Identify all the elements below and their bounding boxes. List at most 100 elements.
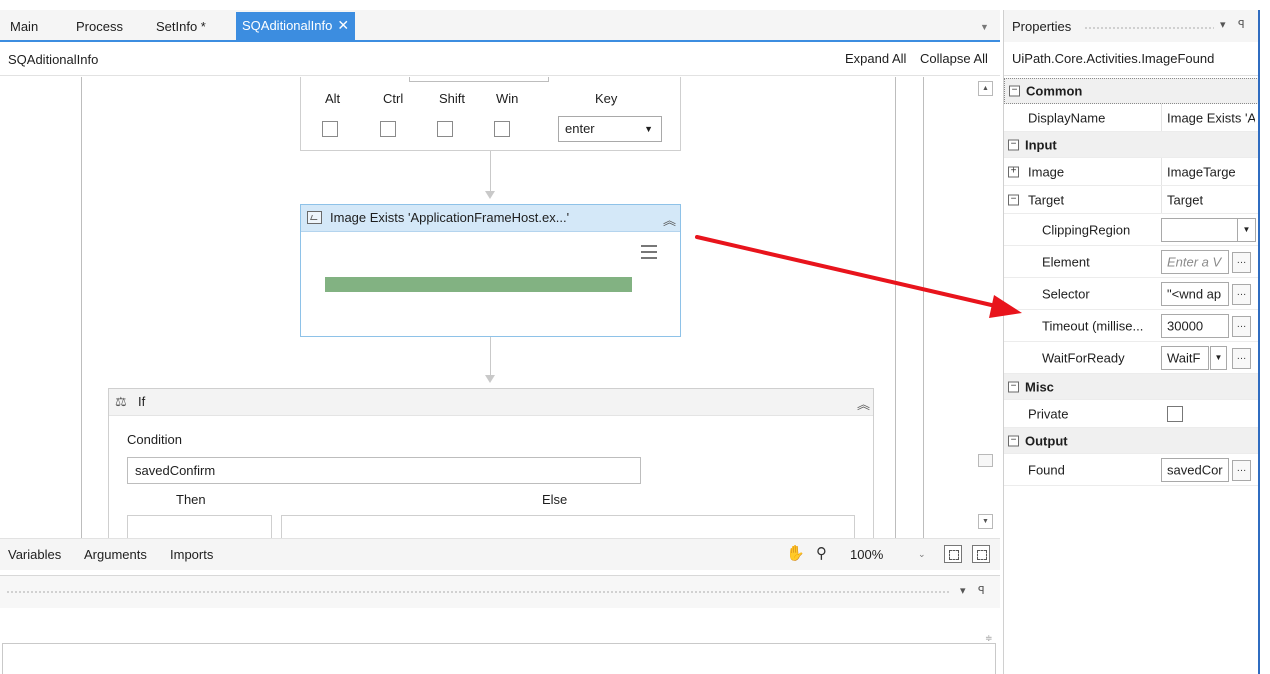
waitforready-input[interactable]: WaitF xyxy=(1161,346,1209,370)
tab-main[interactable]: Main xyxy=(4,13,44,40)
selector-input[interactable]: "<wnd ap xyxy=(1161,282,1229,306)
then-label: Then xyxy=(176,492,206,507)
arguments-tab[interactable]: Arguments xyxy=(84,547,147,562)
else-drop-area[interactable] xyxy=(281,515,855,538)
property-private[interactable]: Private xyxy=(1004,400,1259,428)
alt-checkbox[interactable] xyxy=(322,121,338,137)
property-waitforready[interactable]: WaitForReady WaitF ▼ … xyxy=(1004,342,1259,374)
if-header[interactable]: ⚖ If ︽ xyxy=(109,389,873,416)
property-displayname[interactable]: DisplayName Image Exists 'A xyxy=(1004,104,1259,132)
expand-icon[interactable]: + xyxy=(1008,166,1019,177)
win-checkbox[interactable] xyxy=(494,121,510,137)
breadcrumb: SQAditionalInfo Expand All Collapse All xyxy=(0,44,1000,76)
collapse-icon[interactable]: − xyxy=(1009,85,1020,97)
connector-arrow-icon xyxy=(485,191,495,199)
property-timeout[interactable]: Timeout (millise... 30000 … xyxy=(1004,310,1259,342)
condition-input[interactable]: savedConfirm xyxy=(127,457,641,484)
tab-sqaditionalinfo[interactable]: SQAditionalInfo ✕ xyxy=(236,12,356,40)
image-exists-header[interactable]: Image Exists 'ApplicationFrameHost.ex...… xyxy=(301,205,680,232)
property-clippingregion[interactable]: ClippingRegion ▼ xyxy=(1004,214,1259,246)
output-panel-header: ▾ ꟼ xyxy=(0,576,1000,608)
panel-menu-dropdown-icon[interactable]: ▾ xyxy=(960,584,966,597)
fit-to-screen-icon[interactable] xyxy=(944,545,962,563)
category-common[interactable]: − Common xyxy=(1004,78,1259,104)
then-drop-area[interactable] xyxy=(127,515,272,538)
breadcrumb-current[interactable]: SQAditionalInfo xyxy=(8,52,98,67)
condition-label: Condition xyxy=(127,432,182,447)
if-title: If xyxy=(138,394,146,409)
connector-line xyxy=(490,151,491,193)
collapse-icon[interactable]: − xyxy=(1008,194,1019,205)
collapse-chevron-icon[interactable]: ︽ xyxy=(663,210,676,229)
pin-icon[interactable]: ꟼ xyxy=(978,584,985,597)
timeout-input[interactable]: 30000 xyxy=(1161,314,1229,338)
collapse-all-button[interactable]: Collapse All xyxy=(920,51,988,66)
overview-map-icon[interactable] xyxy=(972,545,990,563)
element-input[interactable]: Enter a V xyxy=(1161,250,1229,274)
found-input[interactable]: savedCor xyxy=(1161,458,1229,482)
private-checkbox[interactable] xyxy=(1167,406,1183,422)
tab-process[interactable]: Process xyxy=(70,13,129,40)
key-select[interactable]: enter ▼ xyxy=(558,116,662,142)
shift-checkbox[interactable] xyxy=(437,121,453,137)
collapse-icon[interactable]: − xyxy=(1008,381,1019,392)
collapse-icon[interactable]: − xyxy=(1008,435,1019,446)
properties-panel: Properties ▾ ꟼ UiPath.Core.Activities.Im… xyxy=(1003,10,1259,674)
else-label: Else xyxy=(542,492,568,507)
image-exists-activity[interactable]: Image Exists 'ApplicationFrameHost.ex...… xyxy=(300,204,681,337)
clippingregion-input[interactable] xyxy=(1161,218,1239,242)
variables-tab[interactable]: Variables xyxy=(8,547,61,562)
ctrl-checkbox[interactable] xyxy=(380,121,396,137)
close-tab-icon[interactable]: ✕ xyxy=(337,17,349,33)
property-image[interactable]: + Image ImageTarge xyxy=(1004,158,1259,186)
element-ellipsis-button[interactable]: … xyxy=(1232,252,1251,273)
zoom-level[interactable]: 100% xyxy=(850,547,883,562)
designer-bottom-bar: Variables Arguments Imports ✋ ⚲ 100% ⌄ xyxy=(0,538,1000,570)
send-hotkey-activity[interactable]: Alt Ctrl Shift Win Key enter ▼ xyxy=(300,77,681,151)
outer-border-right xyxy=(923,77,924,538)
modifier-label-alt: Alt xyxy=(325,91,341,106)
drag-grip[interactable] xyxy=(6,590,951,594)
hotkey-text-field[interactable] xyxy=(409,77,549,82)
key-label: Key xyxy=(595,91,618,106)
zoom-search-icon[interactable]: ⚲ xyxy=(816,544,827,562)
scrollbar-thumb[interactable] xyxy=(978,454,993,467)
canvas-vertical-scrollbar[interactable]: ▲ ▼ xyxy=(977,77,995,538)
modifier-label-shift: Shift xyxy=(439,91,466,106)
chevron-down-icon[interactable]: ▼ xyxy=(1210,346,1227,370)
designer-canvas[interactable]: Alt Ctrl Shift Win Key enter ▼ Image Exi… xyxy=(0,77,976,538)
image-icon xyxy=(307,211,322,224)
window-right-border xyxy=(1258,10,1260,674)
sequence-border-left xyxy=(81,77,82,538)
collapse-icon[interactable]: − xyxy=(1008,139,1019,150)
sequence-border-right xyxy=(895,77,896,538)
drag-grip[interactable] xyxy=(1084,26,1214,30)
selector-ellipsis-button[interactable]: … xyxy=(1232,284,1251,305)
category-output[interactable]: − Output xyxy=(1004,428,1259,454)
pan-hand-icon[interactable]: ✋ xyxy=(786,544,805,562)
category-input[interactable]: − Input xyxy=(1004,132,1259,158)
expand-all-button[interactable]: Expand All xyxy=(845,51,906,66)
tab-list-dropdown-icon[interactable]: ▼ xyxy=(980,22,989,32)
property-element[interactable]: Element Enter a V … xyxy=(1004,246,1259,278)
pin-icon[interactable]: ꟼ xyxy=(1238,18,1245,31)
collapse-chevron-icon[interactable]: ︽ xyxy=(857,394,870,413)
scroll-up-icon[interactable]: ▲ xyxy=(978,81,993,96)
output-text-area[interactable] xyxy=(2,643,996,674)
property-found[interactable]: Found savedCor … xyxy=(1004,454,1259,486)
property-selector[interactable]: Selector "<wnd ap … xyxy=(1004,278,1259,310)
zoom-dropdown-icon[interactable]: ⌄ xyxy=(918,549,926,560)
if-activity[interactable]: ⚖ If ︽ Condition savedConfirm Then Else xyxy=(108,388,874,538)
tab-setinfo[interactable]: SetInfo * xyxy=(150,13,212,40)
activity-menu-icon[interactable] xyxy=(641,245,657,259)
property-target[interactable]: − Target Target xyxy=(1004,186,1259,214)
timeout-ellipsis-button[interactable]: … xyxy=(1232,316,1251,337)
category-misc[interactable]: − Misc xyxy=(1004,374,1259,400)
chevron-down-icon: ▼ xyxy=(644,124,653,134)
chevron-down-icon[interactable]: ▼ xyxy=(1237,218,1256,242)
waitforready-ellipsis-button[interactable]: … xyxy=(1232,348,1251,369)
found-ellipsis-button[interactable]: … xyxy=(1232,460,1251,481)
scroll-down-icon[interactable]: ▼ xyxy=(978,514,993,529)
panel-menu-dropdown-icon[interactable]: ▾ xyxy=(1220,18,1226,31)
imports-tab[interactable]: Imports xyxy=(170,547,213,562)
